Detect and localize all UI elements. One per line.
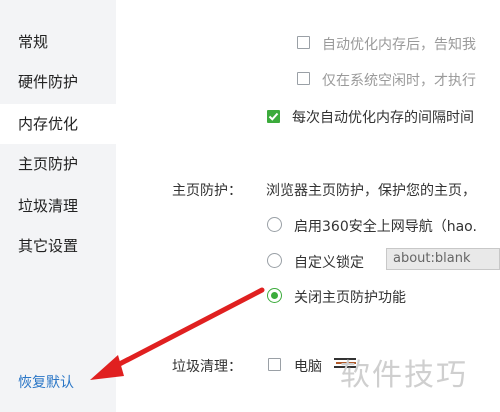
- sidebar-item-junk-cleanup[interactable]: 垃圾清理: [0, 186, 116, 226]
- enable-360-nav-label: 启用360安全上网导航（hao.: [294, 219, 477, 235]
- sidebar-item-memory-optimization[interactable]: 内存优化: [0, 104, 116, 144]
- auto-optimize-interval-label: 每次自动优化内存的间隔时间: [292, 110, 474, 126]
- notify-after-optimize-label: 自动优化内存后，告知我: [322, 37, 476, 53]
- junk-cleanup-checkbox[interactable]: [268, 358, 281, 371]
- sidebar-item-other-settings[interactable]: 其它设置: [0, 226, 116, 266]
- homepage-protection-section-label: 主页防护：: [172, 183, 242, 199]
- idle-only-label: 仅在系统空闲时，才执行: [322, 73, 476, 89]
- custom-lock-label: 自定义锁定: [294, 255, 364, 271]
- settings-sidebar: 常规 硬件防护 内存优化 主页防护 垃圾清理 其它设置 恢复默认: [0, 0, 116, 412]
- sidebar-item-hardware-protection[interactable]: 硬件防护: [0, 62, 116, 102]
- disable-homepage-protection-radio[interactable]: [267, 288, 282, 303]
- idle-only-checkbox[interactable]: [297, 72, 310, 85]
- homepage-protection-description: 浏览器主页防护，保护您的主页，: [266, 183, 476, 199]
- sidebar-item-homepage-protection[interactable]: 主页防护: [0, 144, 116, 184]
- junk-cleanup-option-label: 电脑: [294, 359, 322, 375]
- notify-after-optimize-checkbox[interactable]: [297, 36, 310, 49]
- custom-homepage-url-input[interactable]: about:blank: [386, 248, 500, 270]
- auto-optimize-interval-checkbox[interactable]: [267, 110, 280, 123]
- watermark-text: 软件技巧: [340, 358, 468, 393]
- disable-homepage-protection-label: 关闭主页防护功能: [294, 290, 406, 306]
- custom-lock-radio[interactable]: [267, 253, 282, 268]
- junk-cleanup-section-label: 垃圾清理：: [172, 359, 242, 375]
- enable-360-nav-radio[interactable]: [267, 217, 282, 232]
- check-icon: [268, 112, 279, 121]
- sidebar-item-general[interactable]: 常规: [0, 22, 116, 62]
- restore-defaults-link[interactable]: 恢复默认: [18, 372, 74, 392]
